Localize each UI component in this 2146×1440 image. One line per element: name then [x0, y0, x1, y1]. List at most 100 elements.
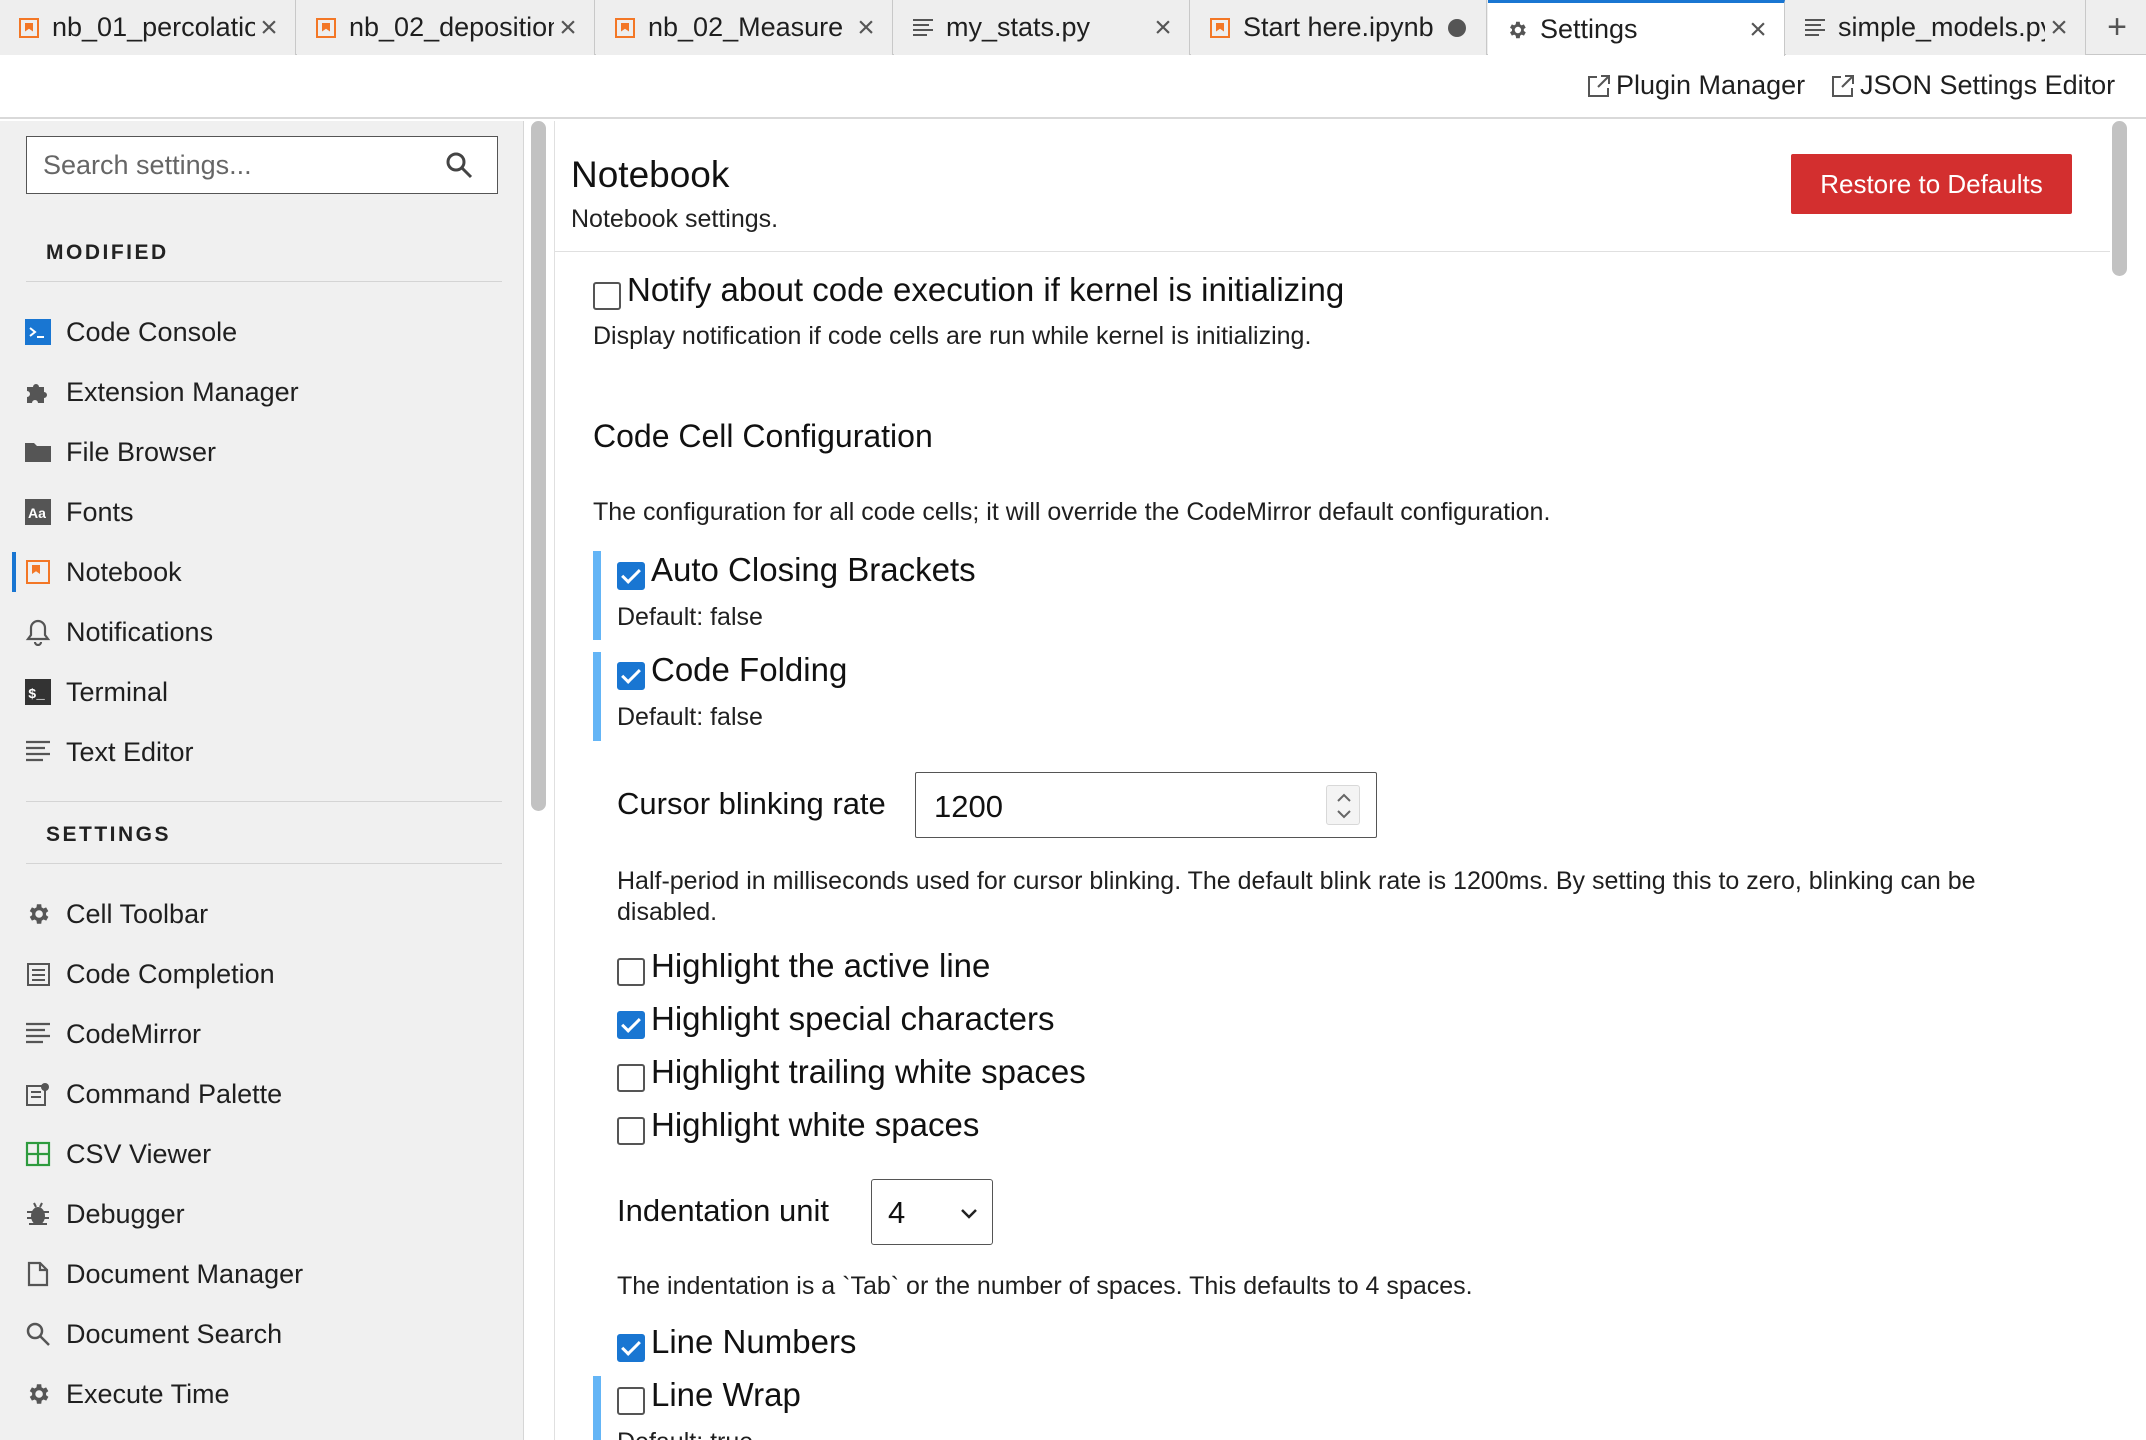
sidebar-item-csv-viewer[interactable]: CSV Viewer: [0, 1126, 524, 1182]
tab-label: Start here.ipynb: [1243, 12, 1434, 42]
sidebar-item-file-browser[interactable]: File Browser: [0, 424, 524, 480]
settings-panel: Notebook Notebook settings. Restore to D…: [554, 121, 2110, 1440]
text-file-icon: [1804, 17, 1826, 39]
sidebar-item-execute-time[interactable]: Execute Time: [0, 1366, 524, 1422]
plugin-manager-button[interactable]: Plugin Manager: [1586, 70, 1805, 101]
page-title: Notebook: [571, 154, 730, 195]
auto-closing-brackets-checkbox[interactable]: [617, 562, 645, 590]
tab-my-stats[interactable]: my_stats.py ×: [894, 0, 1190, 55]
cursor-blink-input[interactable]: 1200: [915, 772, 1377, 838]
text-editor-icon: [24, 738, 52, 766]
sidebar-item-terminal[interactable]: $_ Terminal: [0, 664, 524, 720]
modified-indicator: [593, 652, 601, 741]
tab-label: nb_02_deposition: [349, 12, 554, 42]
restore-defaults-button[interactable]: Restore to Defaults: [1791, 154, 2072, 214]
sidebar-item-label: Notifications: [66, 616, 214, 647]
bell-icon: [24, 618, 52, 646]
close-icon[interactable]: ×: [1149, 11, 1177, 44]
search-input[interactable]: [43, 149, 423, 181]
puzzle-icon: [24, 378, 52, 406]
tab-settings[interactable]: Settings ×: [1488, 0, 1785, 56]
settings-toolbar: Plugin Manager JSON Settings Editor: [0, 56, 2146, 119]
completion-icon: [24, 960, 52, 988]
sidebar-item-fonts[interactable]: Aa Fonts: [0, 484, 524, 540]
sidebar-item-text-editor[interactable]: Text Editor: [0, 724, 524, 780]
settings-heading: SETTINGS: [46, 823, 172, 846]
page-subtitle: Notebook settings.: [571, 205, 779, 233]
number-stepper-icon[interactable]: [1326, 785, 1360, 825]
tab-start-here[interactable]: Start here.ipynb: [1191, 0, 1487, 55]
sidebar-item-codemirror[interactable]: CodeMirror: [0, 1006, 524, 1062]
divider: [26, 281, 502, 282]
terminal-icon: $_: [24, 678, 52, 706]
highlight-white-spaces-checkbox[interactable]: [617, 1117, 645, 1145]
sidebar-item-label: Text Editor: [66, 736, 194, 767]
json-settings-editor-button[interactable]: JSON Settings Editor: [1830, 70, 2115, 101]
sidebar-item-label: Code Completion: [66, 958, 275, 989]
sidebar-item-debugger[interactable]: Debugger: [0, 1186, 524, 1242]
notebook-icon: [18, 17, 40, 39]
sidebar-item-code-completion[interactable]: Code Completion: [0, 946, 524, 1002]
notify-label: Notify about code execution if kernel is…: [627, 271, 1345, 308]
close-icon[interactable]: ×: [2045, 11, 2073, 44]
sidebar-item-code-console[interactable]: Code Console: [0, 304, 524, 360]
sidebar-item-label: Extension Manager: [66, 376, 299, 407]
notebook-icon: [24, 558, 52, 586]
line-wrap-label: Line Wrap: [651, 1376, 801, 1413]
highlight-active-line-checkbox[interactable]: [617, 958, 645, 986]
sidebar-item-notifications[interactable]: Notifications: [0, 604, 524, 660]
sidebar-item-label: Code Console: [66, 316, 238, 347]
code-folding-default: Default: false: [617, 703, 763, 731]
folder-icon: [24, 438, 52, 466]
sidebar-item-command-palette[interactable]: Command Palette: [0, 1066, 524, 1122]
auto-closing-default: Default: false: [617, 603, 763, 631]
sidebar-item-cell-toolbar[interactable]: Cell Toolbar: [0, 886, 524, 942]
sidebar-item-label: Notebook: [66, 556, 182, 587]
code-cell-description: The configuration for all code cells; it…: [593, 498, 1551, 526]
sidebar-item-extension-manager[interactable]: Extension Manager: [0, 364, 524, 420]
line-numbers-checkbox[interactable]: [617, 1334, 645, 1362]
cursor-blink-value: 1200: [934, 789, 1003, 824]
tab-nb-02-measure[interactable]: nb_02_Measure ×: [596, 0, 893, 55]
sidebar-item-label: Fonts: [66, 496, 134, 527]
highlight-special-characters-checkbox[interactable]: [617, 1011, 645, 1039]
svg-text:Aa: Aa: [28, 505, 46, 521]
gear-icon: [24, 1380, 52, 1408]
notify-checkbox[interactable]: [593, 282, 621, 310]
sidebar-item-label: Execute Time: [66, 1378, 230, 1409]
close-icon[interactable]: ×: [1744, 13, 1772, 46]
text-file-icon: [912, 17, 934, 39]
sidebar-item-document-manager[interactable]: Document Manager: [0, 1246, 524, 1302]
code-folding-label: Code Folding: [651, 651, 848, 688]
chevron-down-icon: [961, 1209, 977, 1219]
gear-icon: [24, 900, 52, 928]
highlight-trailing-spaces-checkbox[interactable]: [617, 1064, 645, 1092]
notebook-icon: [1209, 17, 1231, 39]
line-numbers-label: Line Numbers: [651, 1323, 857, 1360]
modified-indicator: [593, 551, 601, 640]
sidebar-scrollbar[interactable]: [531, 121, 546, 811]
tab-simple-models[interactable]: simple_models.py ×: [1786, 0, 2086, 55]
indentation-unit-select[interactable]: 4: [871, 1179, 993, 1245]
close-icon[interactable]: ×: [852, 11, 880, 44]
close-icon[interactable]: ×: [255, 11, 283, 44]
add-tab-button[interactable]: +: [2088, 0, 2146, 55]
sidebar-item-document-search[interactable]: Document Search: [0, 1306, 524, 1362]
auto-closing-brackets-label: Auto Closing Brackets: [651, 551, 976, 588]
sidebar-item-notebook[interactable]: Notebook: [0, 544, 524, 600]
code-folding-checkbox[interactable]: [617, 662, 645, 690]
fonts-icon: Aa: [24, 498, 52, 526]
settings-sidebar: MODIFIED Code Console Extension Manager …: [0, 121, 524, 1440]
unsaved-dot-icon[interactable]: [1448, 18, 1466, 37]
magnifier-icon: [24, 1320, 52, 1348]
sidebar-item-label: Cell Toolbar: [66, 898, 209, 929]
close-icon[interactable]: ×: [554, 11, 582, 44]
tab-nb-01-percolation[interactable]: nb_01_percolation ×: [0, 0, 296, 55]
tab-label: Settings: [1540, 14, 1638, 44]
tab-nb-02-deposition[interactable]: nb_02_deposition ×: [297, 0, 595, 55]
modified-heading: MODIFIED: [46, 241, 169, 264]
line-wrap-default: Default: true: [617, 1428, 753, 1440]
main-scrollbar[interactable]: [2112, 121, 2127, 276]
search-icon[interactable]: [445, 151, 473, 179]
line-wrap-checkbox[interactable]: [617, 1387, 645, 1415]
